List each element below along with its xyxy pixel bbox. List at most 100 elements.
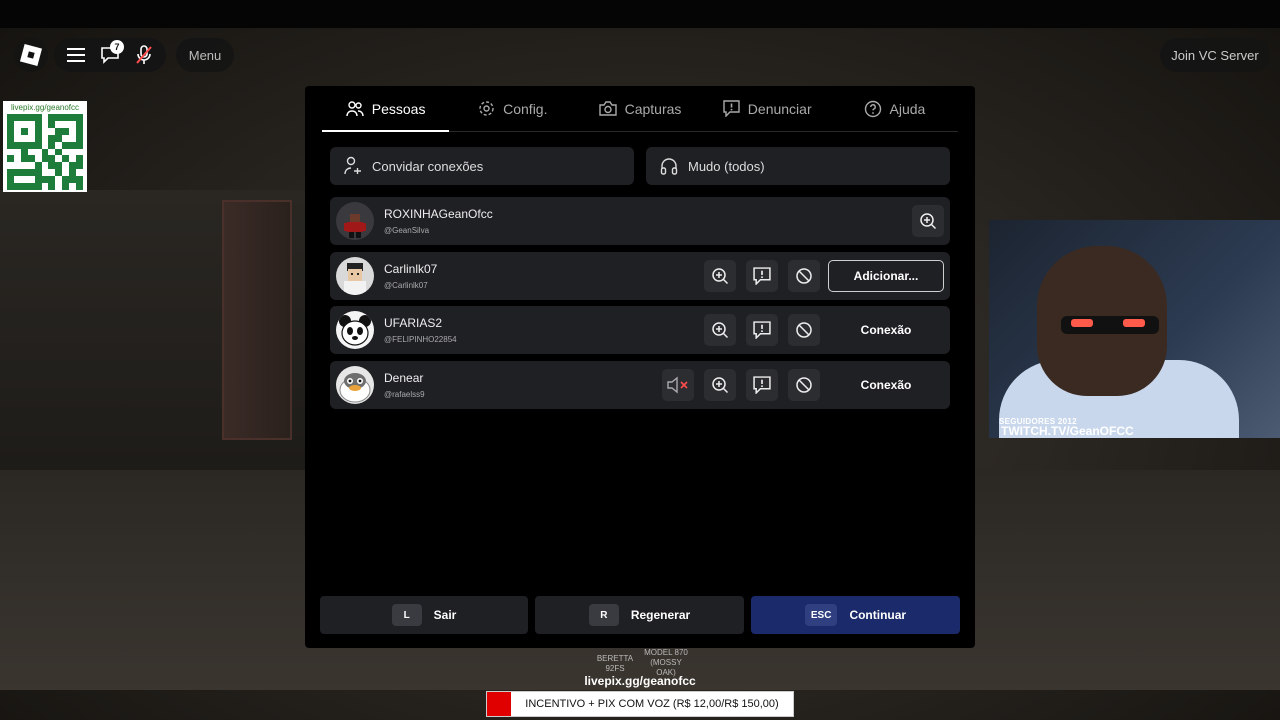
qr-module: [76, 134, 83, 142]
qr-module: [34, 148, 42, 156]
qr-module: [7, 148, 14, 156]
qr-module: [55, 120, 63, 128]
weapon-slot-1[interactable]: BERETTA 92FS: [594, 654, 636, 674]
qr-module: [34, 141, 42, 149]
qr-module: [27, 155, 35, 163]
webcam-channel-text: TWITCH.TV/GeanOFCC: [1001, 424, 1134, 438]
tab-help[interactable]: Ajuda: [831, 86, 958, 131]
tab-captures-label: Capturas: [624, 100, 682, 117]
tab-people[interactable]: Pessoas: [322, 86, 450, 132]
leave-game-button[interactable]: L Sair: [320, 596, 528, 634]
qr-module: [13, 120, 21, 128]
avatar: [336, 257, 374, 295]
connection-status: Conexão: [828, 369, 944, 401]
qr-module: [13, 162, 21, 170]
hamburger-menu-icon[interactable]: [64, 42, 88, 68]
qr-module: [20, 169, 28, 177]
zoom-in-icon: [712, 377, 729, 394]
qr-module: [62, 162, 70, 170]
qr-module: [20, 114, 28, 121]
qr-module: [62, 120, 70, 128]
block-player-button[interactable]: [788, 314, 820, 346]
qr-module: [20, 183, 28, 190]
tab-report[interactable]: Denunciar: [704, 86, 831, 131]
report-player-button[interactable]: [746, 260, 778, 292]
livepix-qr-overlay: livepix.gg/geanofcc: [3, 101, 87, 192]
qr-module: [62, 155, 70, 163]
tab-settings[interactable]: Config.: [449, 86, 576, 131]
qr-module: [7, 127, 14, 135]
report-player-button[interactable]: [746, 369, 778, 401]
qr-module: [20, 141, 28, 149]
microphone-muted-icon[interactable]: [132, 42, 156, 68]
qr-module: [20, 127, 28, 135]
qr-module: [20, 162, 28, 170]
qr-module: [27, 183, 35, 190]
topbar-icon-group: 7: [54, 38, 166, 72]
invite-connections-button[interactable]: Convidar conexões: [330, 147, 634, 185]
roblox-logo-icon: [19, 43, 43, 67]
inspect-button[interactable]: [704, 369, 736, 401]
player-row: UFARIAS2 @FELIPINHO22854 Conexão: [330, 306, 950, 354]
qr-module: [62, 183, 70, 190]
qr-module: [76, 176, 83, 184]
join-vc-server-button[interactable]: Join VC Server: [1160, 38, 1270, 72]
qr-module: [34, 134, 42, 142]
mute-all-button[interactable]: Mudo (todos): [646, 147, 950, 185]
inspect-button[interactable]: [912, 205, 944, 237]
qr-module: [55, 183, 63, 190]
roblox-logo-button[interactable]: [14, 38, 48, 72]
inspect-button[interactable]: [704, 314, 736, 346]
report-player-button[interactable]: [746, 314, 778, 346]
qr-caption: livepix.gg/geanofcc: [10, 103, 80, 112]
qr-module: [48, 183, 56, 190]
tab-settings-label: Config.: [503, 100, 548, 117]
player-display-name: ROXINHAGeanOfcc: [384, 207, 493, 221]
add-connection-button[interactable]: Adicionar...: [828, 260, 944, 292]
qr-module: [48, 141, 56, 149]
qr-module: [34, 114, 42, 121]
reset-character-button[interactable]: R Regenerar: [535, 596, 744, 634]
chat-icon[interactable]: 7: [98, 40, 124, 68]
key-hint-esc: ESC: [804, 604, 838, 626]
qr-module: [7, 114, 14, 121]
qr-module: [27, 148, 35, 156]
key-hint-r: R: [588, 604, 619, 626]
banner-accent: [487, 692, 511, 716]
qr-module: [48, 155, 56, 163]
qr-module: [69, 183, 77, 190]
menu-button[interactable]: Menu: [176, 38, 234, 72]
mute-player-button[interactable]: [662, 369, 694, 401]
qr-module: [34, 183, 42, 190]
tab-captures[interactable]: Capturas: [576, 86, 703, 131]
add-connection-label: Adicionar...: [853, 269, 919, 283]
qr-module: [13, 114, 21, 121]
qr-module: [62, 141, 70, 149]
leave-game-label: Sair: [433, 608, 457, 622]
qr-module: [48, 127, 56, 135]
inspect-button[interactable]: [704, 260, 736, 292]
avatar: [336, 311, 374, 349]
game-menu-panel: Pessoas Config. Capturas Denunciar Ajuda…: [305, 86, 975, 648]
qr-module: [62, 176, 70, 184]
qr-module: [48, 114, 56, 121]
people-icon: [346, 100, 364, 116]
qr-module: [62, 148, 70, 156]
qr-module: [13, 169, 21, 177]
qr-module: [76, 162, 83, 170]
qr-module: [41, 183, 49, 190]
block-player-button[interactable]: [788, 260, 820, 292]
qr-module: [76, 183, 83, 190]
block-player-button[interactable]: [788, 369, 820, 401]
qr-module: [27, 141, 35, 149]
report-icon: [753, 376, 771, 394]
qr-module: [20, 155, 28, 163]
key-hint-l: L: [391, 604, 422, 626]
qr-module: [48, 134, 56, 142]
menu-label: Menu: [188, 47, 222, 63]
tab-people-label: Pessoas: [371, 100, 426, 117]
resume-game-button[interactable]: ESC Continuar: [751, 596, 960, 634]
qr-module: [55, 141, 63, 149]
notification-badge: 7: [110, 40, 124, 54]
qr-module: [13, 148, 21, 156]
